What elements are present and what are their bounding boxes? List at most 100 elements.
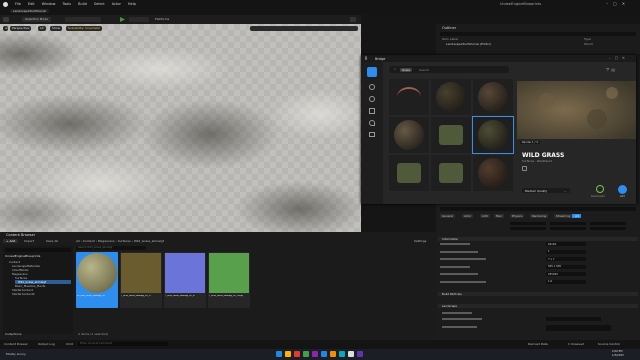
bridge-collections-icon[interactable] xyxy=(369,108,375,114)
property-value[interactable]: 505 x 505 xyxy=(546,264,586,269)
import-button[interactable]: Import xyxy=(24,239,34,243)
details-dropdown[interactable] xyxy=(546,317,601,321)
asset-preview-image[interactable] xyxy=(517,81,636,139)
settings-icon[interactable] xyxy=(350,17,356,22)
tab-rendering[interactable]: Rendering xyxy=(530,214,549,218)
outliner-row-world[interactable]: LandscapeToolTutorial (Editor) xyxy=(446,42,491,46)
taskbar-app-icon[interactable] xyxy=(357,351,363,357)
section-header[interactable]: Build Particles xyxy=(438,292,638,296)
taskbar-app-icon[interactable] xyxy=(303,351,309,357)
bridge-result-tile[interactable] xyxy=(431,79,471,115)
menu-help[interactable]: Help xyxy=(128,2,136,6)
tab-all[interactable]: All xyxy=(572,214,582,218)
outliner-col-type[interactable]: Type xyxy=(584,37,591,41)
bridge-favorites-icon[interactable] xyxy=(369,120,375,126)
breadcrumb-item[interactable]: Megascans xyxy=(98,239,115,243)
taskbar-app-icon[interactable] xyxy=(321,351,327,357)
level-tab[interactable]: LandscapeToolTutorial xyxy=(10,9,49,13)
property-value[interactable]: 1 xyxy=(546,249,586,254)
save-all-button[interactable]: Save All xyxy=(46,239,58,243)
content-browser-tab[interactable]: Content Browser xyxy=(3,233,38,237)
derived-data-button[interactable]: Derived Data xyxy=(528,342,548,346)
details-search[interactable] xyxy=(440,207,636,211)
breadcrumb-item[interactable]: Wild_Grass_sbmalgf xyxy=(134,239,164,243)
favorite-icon[interactable] xyxy=(522,166,527,171)
save-icon[interactable] xyxy=(3,17,9,22)
play-controls[interactable] xyxy=(129,17,149,22)
menu-tools[interactable]: Tools xyxy=(62,2,71,6)
quality-dropdown[interactable]: Medium Quality ⌄ xyxy=(522,188,570,193)
platforms-button[interactable]: Platforms xyxy=(155,17,169,21)
tab-physics[interactable]: Physics xyxy=(510,214,525,218)
outliner-col-label[interactable]: Item Label xyxy=(442,37,458,41)
asset-tile[interactable]: T_Wild_Grass_sbmalgf_2K_ORDp xyxy=(208,252,250,308)
bridge-result-tile[interactable] xyxy=(473,79,513,115)
taskbar-app-icon[interactable] xyxy=(294,351,300,357)
bridge-titlebar[interactable]: ∥ Bridge –▢✕ xyxy=(361,55,636,62)
window-controls[interactable]: –▢✕ xyxy=(606,1,630,6)
clock-date[interactable]: 1/3/2023 xyxy=(612,354,624,357)
filter-icon[interactable]: ⛛▤ xyxy=(606,67,617,72)
cmd-button[interactable]: Cmd xyxy=(66,342,73,346)
bridge-home-icon[interactable] xyxy=(367,67,377,77)
tab-actor[interactable]: Actor xyxy=(462,214,474,218)
search-chip[interactable]: Grass xyxy=(400,67,412,72)
menu-select[interactable]: Select xyxy=(94,2,105,6)
add-button[interactable]: + Add xyxy=(3,239,19,243)
breadcrumb-item[interactable]: Surfaces xyxy=(118,239,131,243)
console-input[interactable]: Enter Console Command xyxy=(78,342,168,346)
bridge-local-icon[interactable] xyxy=(369,132,375,137)
bridge-result-tile[interactable] xyxy=(472,116,514,154)
tree-root[interactable]: UnrealEngineBlueprints xyxy=(5,254,40,258)
menu-actor[interactable]: Actor xyxy=(112,2,121,6)
section-header[interactable]: Information xyxy=(438,237,638,241)
bridge-result-tile[interactable] xyxy=(473,155,513,191)
tab-misc[interactable]: Misc xyxy=(494,214,505,218)
bridge-result-tile[interactable] xyxy=(389,117,429,153)
bridge-explore-icon[interactable] xyxy=(369,96,375,102)
viewport-snap-controls[interactable] xyxy=(250,26,358,31)
unsaved-button[interactable]: 1 Unsaved xyxy=(568,342,584,346)
asset-tile[interactable]: MI_Wild_Grass_sbmalgf_2K xyxy=(76,252,118,308)
collections-header[interactable]: Collections xyxy=(5,332,21,336)
tab-streaming[interactable]: Streaming xyxy=(554,214,573,218)
tab-lod[interactable]: LOD xyxy=(480,214,490,218)
bridge-result-tile[interactable] xyxy=(389,79,429,115)
asset-tile[interactable]: T_Wild_Grass_sbmalgf_2K_D xyxy=(120,252,162,308)
menu-file[interactable]: File xyxy=(15,2,21,6)
property-value[interactable]: 255025 xyxy=(546,272,586,276)
render-indicator[interactable]: Render 1 / 4 xyxy=(520,141,540,144)
bridge-result-tile[interactable] xyxy=(431,155,471,191)
details-asset-picker[interactable] xyxy=(546,325,611,331)
source-control-button[interactable]: Source Control xyxy=(598,342,620,346)
bridge-search[interactable]: ⌕ Grass Search xyxy=(389,66,509,73)
menu-window[interactable]: Window xyxy=(42,2,56,6)
add-button[interactable] xyxy=(618,185,627,194)
taskbar-app-icon[interactable] xyxy=(348,351,354,357)
property-value[interactable]: 7 x 7 xyxy=(546,257,586,261)
level-viewport[interactable] xyxy=(0,24,361,232)
toolbar-icons[interactable] xyxy=(65,17,101,22)
tree-item[interactable]: StarterContent2 xyxy=(12,292,35,296)
section-header[interactable]: Landscape xyxy=(438,304,638,308)
asset-tile[interactable]: T_Wild_Grass_sbmalgf_2K_N xyxy=(164,252,206,308)
weather-widget[interactable]: Mostly sunny xyxy=(6,352,26,356)
viewport-menu-icon[interactable]: ≡ xyxy=(3,26,8,31)
taskbar-app-icon[interactable] xyxy=(312,351,318,357)
property-value[interactable]: 64x64 xyxy=(546,242,586,246)
breadcrumb-item[interactable]: Content xyxy=(83,239,95,243)
output-log-button[interactable]: Output Log xyxy=(38,342,55,346)
breadcrumb-item[interactable]: All xyxy=(76,239,80,243)
tab-general[interactable]: General xyxy=(440,214,456,218)
bridge-result-tile[interactable] xyxy=(389,155,429,191)
menu-edit[interactable]: Edit xyxy=(28,2,35,6)
menu-build[interactable]: Build xyxy=(78,2,87,6)
property-value[interactable]: 1.0 xyxy=(546,279,586,284)
bridge-browse-icon[interactable] xyxy=(369,84,375,90)
taskbar-app-icon[interactable] xyxy=(285,351,291,357)
perspective-button[interactable]: Perspective xyxy=(10,26,32,31)
taskbar-app-icon[interactable] xyxy=(339,351,345,357)
taskbar-app-icon[interactable] xyxy=(276,351,282,357)
content-drawer-button[interactable]: Content Drawer xyxy=(4,342,28,346)
show-button[interactable]: Show xyxy=(50,26,63,31)
